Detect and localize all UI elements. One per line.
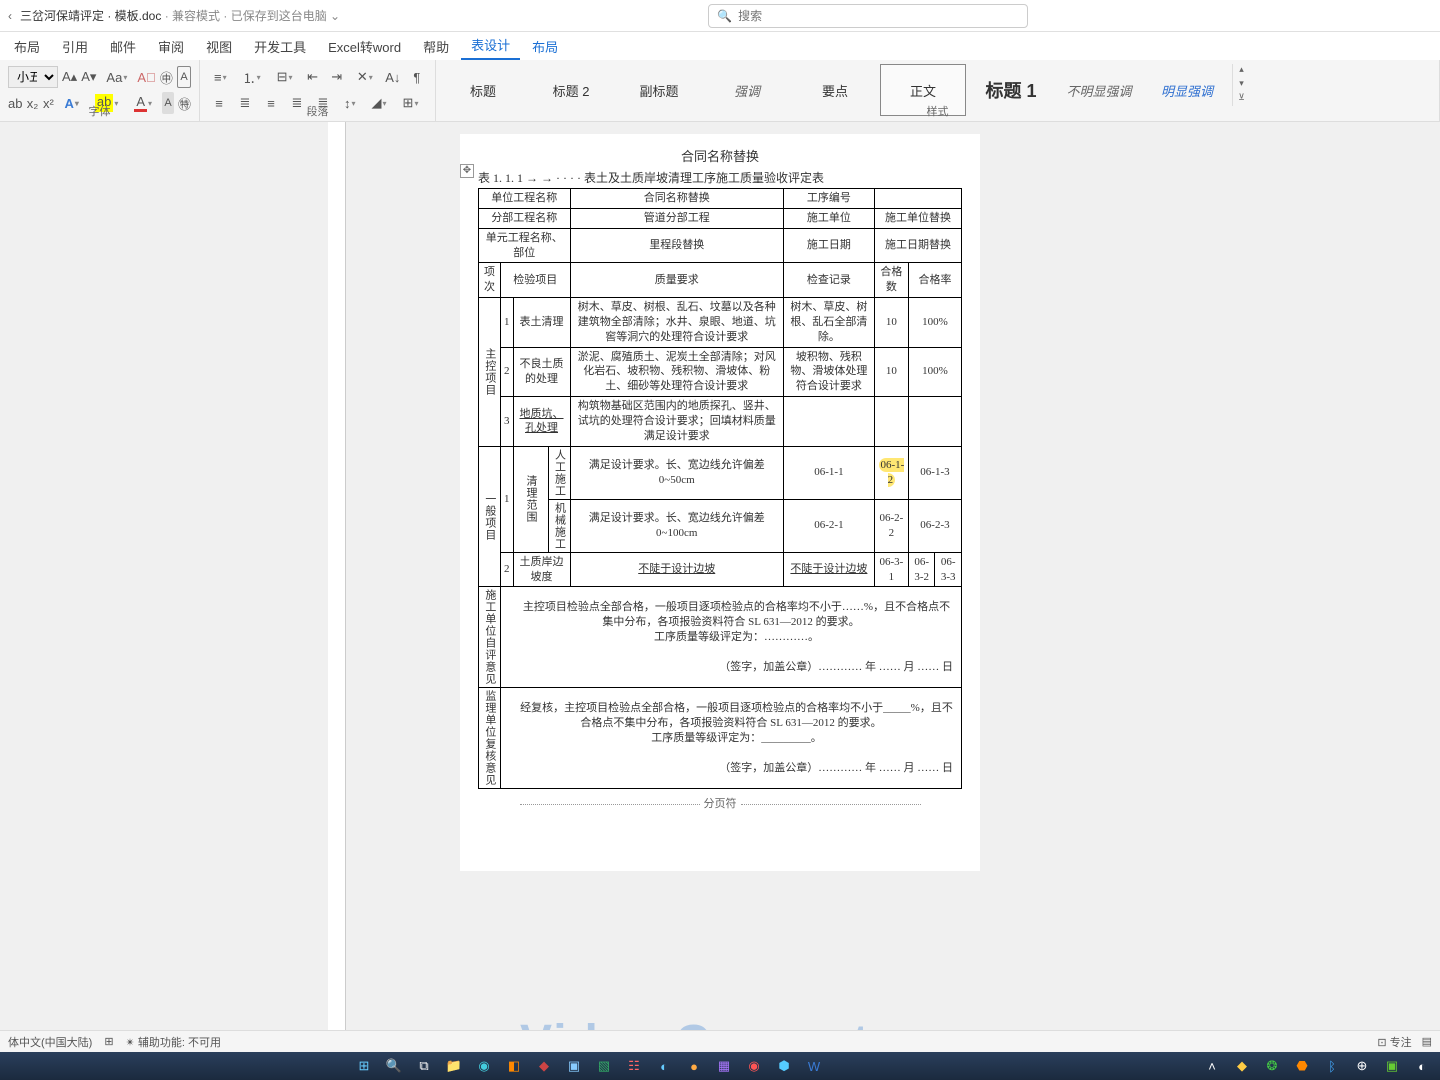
ribbon-tabs: 布局 引用 邮件 审阅 视图 开发工具 Excel转word 帮助 表设计 布局 (0, 32, 1440, 60)
tray-icon[interactable]: ◐ (1410, 1055, 1434, 1077)
tab-review[interactable]: 审阅 (148, 33, 194, 60)
app-icon[interactable]: ▣ (562, 1055, 586, 1077)
shrink-font-button[interactable]: A▾ (81, 66, 96, 88)
tab-layout1[interactable]: 布局 (4, 33, 50, 60)
search-input[interactable] (738, 9, 1019, 23)
tab-references[interactable]: 引用 (52, 33, 98, 60)
tab-tabledesign[interactable]: 表设计 (461, 31, 520, 60)
table-row: 项次 检验项目 质量要求 检查记录 合格数 合格率 (479, 263, 962, 298)
vertical-ruler (328, 122, 346, 1052)
page-break: 分页符 (478, 795, 962, 811)
tray-icon[interactable]: ◆ (1230, 1055, 1254, 1077)
nav-back[interactable]: ‹ (8, 9, 12, 23)
sort-button[interactable]: A↓ (383, 66, 403, 88)
app-icon[interactable]: ⬢ (772, 1055, 796, 1077)
app-icon[interactable]: ◉ (742, 1055, 766, 1077)
app-icon[interactable]: ◆ (532, 1055, 556, 1077)
app-icon[interactable]: ▧ (592, 1055, 616, 1077)
search-box[interactable]: 🔍 (708, 4, 1028, 28)
taskview-icon[interactable]: ⧉ (412, 1055, 436, 1077)
table-row: 分部工程名称 管道分部工程 施工单位 施工单位替换 (479, 208, 962, 228)
para-group-label: 段落 (200, 103, 435, 119)
search-icon: 🔍 (717, 9, 732, 23)
focus-mode-button[interactable]: ⊡ 专注 (1377, 1034, 1411, 1050)
app-icon[interactable]: ▦ (712, 1055, 736, 1077)
inc-indent-button[interactable]: ⇥ (327, 66, 347, 88)
document-area[interactable]: 合同名称替换 ✥ 表 1. 1. 1 → → · · · · 表土及土质岸坡清理… (0, 122, 1440, 1052)
tray-icon[interactable]: ⊕ (1350, 1055, 1374, 1077)
word-icon[interactable]: W (802, 1055, 826, 1077)
table-row: 3 地质坑、孔处理 构筑物基础区范围内的地质探孔、竖井、试坑的处理符合设计要求；… (479, 397, 962, 447)
app-icon[interactable]: ◧ (502, 1055, 526, 1077)
tray-icon[interactable]: ⬣ (1290, 1055, 1314, 1077)
taskbar: ⊞ 🔍 ⧉ 📁 ◉ ◧ ◆ ▣ ▧ ☷ ◐ ● ▦ ◉ ⬢ W ˄ ◆ ❂ ⬣ … (0, 1052, 1440, 1080)
ribbon: 小五 A▴ A▾ Aa▾ A⃠ ㊥ A ab x₂ x² A▾ ab▾ A▾ A… (0, 60, 1440, 122)
start-icon[interactable]: ⊞ (352, 1055, 376, 1077)
phonetic-button[interactable]: ㊥ (160, 66, 173, 88)
page: 合同名称替换 ✥ 表 1. 1. 1 → → · · · · 表土及土质岸坡清理… (460, 134, 980, 871)
status-lang[interactable]: 体中文(中国大陆) (8, 1034, 92, 1050)
bluetooth-icon[interactable]: ᛒ (1320, 1055, 1344, 1077)
status-bar: 体中文(中国大陆) ⊞ ✴ 辅助功能: 不可用 ⊡ 专注 ▤ (0, 1030, 1440, 1052)
numbering-button[interactable]: ⒈▾ (237, 66, 267, 88)
tab-help[interactable]: 帮助 (413, 33, 459, 60)
tab-layout2[interactable]: 布局 (522, 33, 568, 60)
grow-font-button[interactable]: A▴ (62, 66, 77, 88)
app-icon[interactable]: ◐ (652, 1055, 676, 1077)
show-marks-button[interactable]: ¶ (407, 66, 427, 88)
asian-layout-button[interactable]: ✕▾ (351, 66, 379, 88)
table-row: 一般项目 1 清理范围 人工施工 满足设计要求。长、宽边线允许偏差 0~50cm… (479, 446, 962, 499)
table-row: 单位工程名称 合同名称替换 工序编号 (479, 189, 962, 209)
styles-more[interactable]: ▴▾⊻ (1232, 64, 1250, 106)
table-row: 施工单位自评意见 主控项目检验点全部合格，一般项目逐项检验点的合格率均不小于……… (479, 587, 962, 688)
table-row: 单元工程名称、部位 里程段替换 施工日期 施工日期替换 (479, 228, 962, 263)
table-row: 主控项目 1 表土清理 树木、草皮、树根、乱石、坟墓以及各种建筑物全部清除；水井… (479, 298, 962, 348)
quality-table[interactable]: 单位工程名称 合同名称替换 工序编号 分部工程名称 管道分部工程 施工单位 施工… (478, 188, 962, 789)
app-icon[interactable]: ● (682, 1055, 706, 1077)
tab-excel2word[interactable]: Excel转word (318, 33, 411, 60)
explorer-icon[interactable]: 📁 (442, 1055, 466, 1077)
tray-icon[interactable]: ▣ (1380, 1055, 1404, 1077)
view-print-button[interactable]: ▤ (1422, 1035, 1432, 1048)
tab-view[interactable]: 视图 (196, 33, 242, 60)
doc-title: 三岔河保靖评定 · 模板.doc · 兼容模式 · 已保存到这台电脑 ⌄ (20, 7, 340, 24)
bullets-button[interactable]: ≡▾ (208, 66, 233, 88)
tray-up-icon[interactable]: ˄ (1200, 1055, 1224, 1077)
change-case-button[interactable]: Aa▾ (100, 66, 133, 88)
app-icon[interactable]: ☷ (622, 1055, 646, 1077)
style-group-label: 样式 (436, 103, 1439, 119)
table-row: 监理单位复核意见 经复核，主控项目检验点全部合格，一般项目逐项检验点的合格率均不… (479, 688, 962, 789)
tab-mailings[interactable]: 邮件 (100, 33, 146, 60)
contract-title: 合同名称替换 (478, 146, 962, 165)
table-row: 机械施工 满足设计要求。长、宽边线允许偏差 0~100cm 06-2-1 06-… (479, 499, 962, 552)
wechat-icon[interactable]: ❂ (1260, 1055, 1284, 1077)
table-move-handle[interactable]: ✥ (460, 164, 474, 178)
table-caption: 表 1. 1. 1 → → · · · · 表土及土质岸坡清理工序施工质量验收评… (478, 169, 962, 186)
char-border-button[interactable]: A (177, 66, 191, 88)
task-search-icon[interactable]: 🔍 (382, 1055, 406, 1077)
font-group-label: 字体 (0, 103, 199, 119)
multilevel-button[interactable]: ⊟▾ (271, 66, 299, 88)
edge-icon[interactable]: ◉ (472, 1055, 496, 1077)
font-size-select[interactable]: 小五 (8, 66, 58, 88)
table-row: 2 土质岸边坡度 不陡于设计边坡 不陡于设计边坡 06-3-1 06-3-2 0… (479, 552, 962, 587)
status-accessibility[interactable]: ✴ 辅助功能: 不可用 (126, 1034, 221, 1050)
display-settings-icon[interactable]: ⊞ (104, 1035, 113, 1048)
clear-format-button[interactable]: A⃠ (137, 66, 155, 88)
dec-indent-button[interactable]: ⇤ (303, 66, 323, 88)
tab-developer[interactable]: 开发工具 (244, 33, 316, 60)
table-row: 2 不良土质的处理 淤泥、腐殖质土、泥炭土全部清除；对风化岩石、坡积物、残积物、… (479, 347, 962, 397)
